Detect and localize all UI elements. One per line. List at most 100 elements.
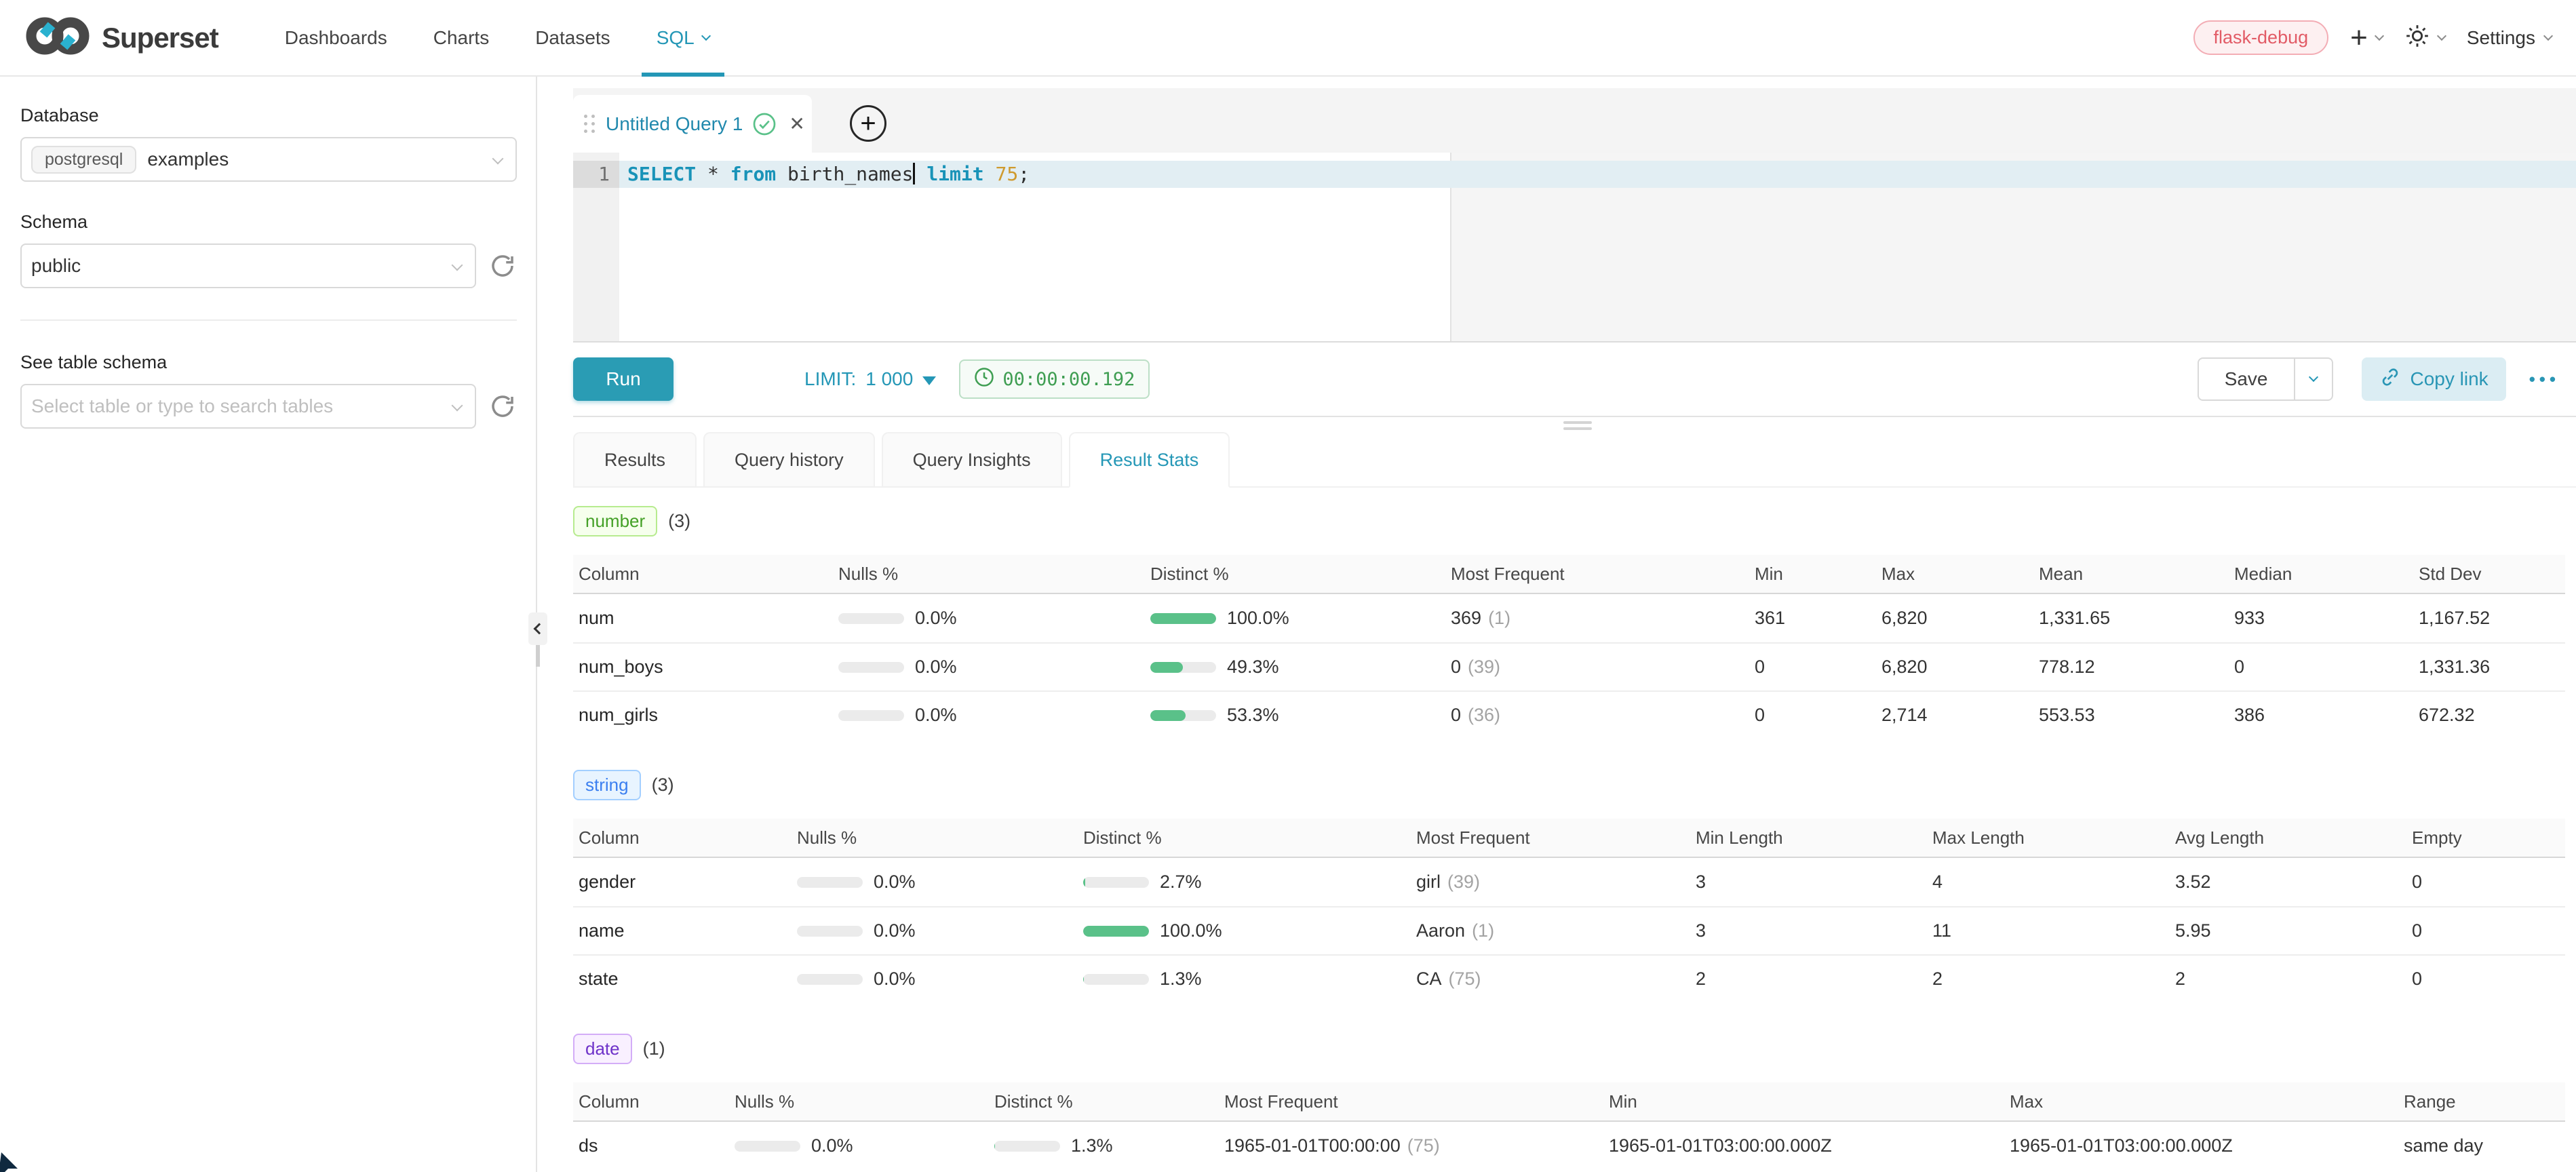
query-tabstrip: Untitled Query 1 ✕ + xyxy=(573,88,2576,153)
copy-link-button[interactable]: Copy link xyxy=(2362,357,2506,401)
most-frequent-count: (75) xyxy=(1407,1135,1440,1156)
stat-value-cell: 6,820 xyxy=(1876,608,2033,629)
progress-bar xyxy=(1083,974,1149,985)
stat-value-cell: 0 xyxy=(2406,872,2565,893)
column-header: Nulls % xyxy=(833,564,1145,585)
save-button[interactable]: Save xyxy=(2199,359,2295,399)
schema-label: Schema xyxy=(20,212,517,233)
chevron-down-icon xyxy=(2308,372,2318,382)
editor-code-area[interactable]: SELECT * from birth_names limit 75; xyxy=(619,153,2576,341)
progress-bar xyxy=(1150,613,1216,624)
superset-logo-icon xyxy=(24,13,92,62)
save-options-button[interactable] xyxy=(2295,359,2332,399)
chevron-down-icon xyxy=(701,31,711,40)
progress-bar xyxy=(797,974,863,985)
pct-value: 0.0% xyxy=(874,872,916,893)
sun-icon xyxy=(2404,23,2430,52)
tab-query-history[interactable]: Query history xyxy=(703,432,875,486)
collapse-sidebar-button[interactable] xyxy=(528,612,547,645)
theme-menu[interactable] xyxy=(2404,23,2445,52)
most-frequent-cell: 369(1) xyxy=(1445,608,1749,629)
close-tab-icon[interactable]: ✕ xyxy=(789,113,804,135)
pct-value: 0.0% xyxy=(915,705,957,726)
nav-right-cluster: flask-debug + Settings xyxy=(2193,20,2552,55)
table-select[interactable]: Select table or type to search tables xyxy=(20,384,476,429)
stat-value-cell: 3 xyxy=(1690,920,1927,941)
plus-icon: + xyxy=(2350,23,2368,53)
most-frequent-count: (36) xyxy=(1468,705,1500,725)
table-row: num_boys0.0%49.3%0(39)06,820778.1201,331… xyxy=(573,642,2565,690)
tab-result-stats[interactable]: Result Stats xyxy=(1069,432,1230,488)
section-badge-row: string(3) xyxy=(573,770,2565,800)
stat-value-cell: 386 xyxy=(2229,705,2413,726)
resize-handle[interactable] xyxy=(1563,421,1592,430)
sqllab-main-panel: Untitled Query 1 ✕ + 1 SELECT * from bir… xyxy=(537,77,2576,1172)
column-name-cell: state xyxy=(573,969,792,990)
stat-value-cell: 778.12 xyxy=(2033,657,2229,678)
run-button[interactable]: Run xyxy=(573,357,674,401)
nav-item-charts[interactable]: Charts xyxy=(418,0,504,75)
database-select[interactable]: postgresql examples xyxy=(20,137,517,182)
stat-value-cell: 0 xyxy=(1749,657,1876,678)
table-header-row: ColumnNulls %Distinct %Most FrequentMin … xyxy=(573,819,2565,858)
query-timer: 00:00:00.192 xyxy=(959,359,1150,399)
chevron-down-icon xyxy=(452,400,463,412)
more-actions-button[interactable]: ••• xyxy=(2529,369,2560,390)
line-number: 1 xyxy=(573,161,619,188)
progress-bar xyxy=(838,710,904,721)
section-column-count: (3) xyxy=(652,775,674,796)
save-split-button: Save xyxy=(2198,357,2333,401)
progress-bar xyxy=(1150,662,1216,673)
new-item-menu[interactable]: + xyxy=(2350,23,2383,53)
table-row: num_girls0.0%53.3%0(36)02,714553.5338667… xyxy=(573,690,2565,739)
table-schema-label: See table schema xyxy=(20,352,517,373)
nulls-pct-cell: 0.0% xyxy=(792,872,1078,893)
stat-value-cell: 2,714 xyxy=(1876,705,2033,726)
most-frequent-value: 1965-01-01T00:00:00 xyxy=(1224,1135,1401,1156)
result-stats-panel: number(3) ColumnNulls %Distinct %Most Fre… xyxy=(573,488,2576,1172)
sqllab-left-sidebar: Database postgresql examples Schema publ… xyxy=(0,77,537,1172)
add-query-tab-button[interactable]: + xyxy=(850,105,886,142)
pct-value: 53.3% xyxy=(1227,705,1279,726)
pct-value: 1.3% xyxy=(1071,1135,1113,1156)
nav-item-sql[interactable]: SQL xyxy=(642,0,724,75)
table-row: gender0.0%2.7%girl(39)343.520 xyxy=(573,858,2565,906)
column-name-cell: num xyxy=(573,608,833,629)
most-frequent-value: 0 xyxy=(1451,705,1461,725)
table-row: num0.0%100.0%369(1)3616,8201,331.659331,… xyxy=(573,594,2565,642)
column-name-cell: num_boys xyxy=(573,657,833,678)
most-frequent-cell: 1965-01-01T00:00:00 (75) xyxy=(1219,1135,1603,1156)
progress-bar xyxy=(797,877,863,888)
most-frequent-cell: 0(39) xyxy=(1445,657,1749,678)
pct-value: 2.7% xyxy=(1160,872,1202,893)
tab-results[interactable]: Results xyxy=(573,432,697,486)
sql-token: SELECT xyxy=(627,163,696,185)
nav-item-datasets[interactable]: Datasets xyxy=(520,0,625,75)
limit-dropdown[interactable]: LIMIT: 1 000 xyxy=(804,368,936,390)
distinct-pct-cell: 1.3% xyxy=(1078,969,1411,990)
refresh-tables-icon[interactable] xyxy=(488,392,517,421)
superset-brand[interactable]: Superset xyxy=(24,13,218,62)
most-frequent-value: CA xyxy=(1416,969,1442,989)
nav-item-dashboards[interactable]: Dashboards xyxy=(270,0,402,75)
column-header: Avg Length xyxy=(2170,827,2406,848)
sql-editor[interactable]: 1 SELECT * from birth_names limit 75; xyxy=(573,153,2576,343)
stat-value-cell: 2 xyxy=(2170,969,2406,990)
progress-bar xyxy=(735,1141,800,1152)
drag-handle-icon[interactable] xyxy=(584,115,595,133)
query-tab-title: Untitled Query 1 xyxy=(606,113,743,135)
sql-token: from xyxy=(730,163,776,185)
section-badge-row: number(3) xyxy=(573,506,2565,536)
tab-query-insights[interactable]: Query Insights xyxy=(882,432,1062,486)
refresh-schemas-icon[interactable] xyxy=(488,252,517,280)
progress-bar xyxy=(838,613,904,624)
column-header: Distinct % xyxy=(989,1091,1219,1112)
table-select-placeholder: Select table or type to search tables xyxy=(31,395,333,417)
settings-menu[interactable]: Settings xyxy=(2467,27,2552,49)
schema-select[interactable]: public xyxy=(20,243,476,288)
distinct-pct-cell: 49.3% xyxy=(1145,657,1445,678)
database-engine-tag: postgresql xyxy=(31,146,136,174)
column-header: Most Frequent xyxy=(1411,827,1690,848)
query-tab[interactable]: Untitled Query 1 ✕ xyxy=(573,95,812,153)
progress-bar xyxy=(1083,926,1149,937)
